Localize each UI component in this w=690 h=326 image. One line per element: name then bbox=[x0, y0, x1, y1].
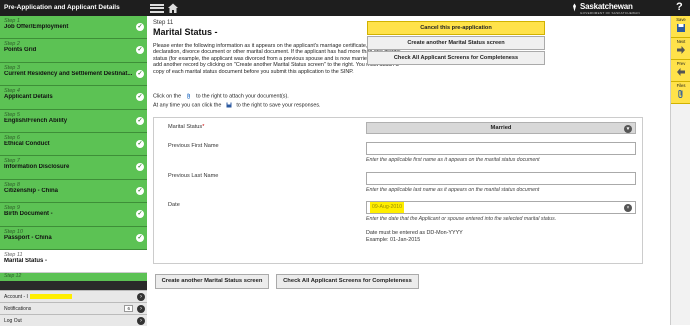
check-icon: ✓ bbox=[136, 23, 144, 31]
clear-icon[interactable]: × bbox=[624, 204, 632, 212]
check-icon: ✓ bbox=[136, 46, 144, 55]
files-tool-button[interactable]: Files bbox=[671, 82, 690, 104]
step-label: Ethical Conduct bbox=[4, 140, 50, 147]
date-format-note: Date must be entered as DD-Mon-YYYY bbox=[366, 230, 463, 236]
check-icon: ✓ bbox=[136, 69, 144, 78]
step-label: Birth Document - bbox=[4, 211, 53, 218]
sidebar-step-1[interactable]: Step 1 Job Offer/Employment ✓ bbox=[0, 16, 147, 40]
create-another-marital-status-bottom-button[interactable]: Create another Marital Status screen bbox=[155, 274, 269, 289]
previous-last-name-label: Previous Last Name bbox=[168, 173, 219, 179]
save-tool-button[interactable]: Save bbox=[671, 16, 690, 38]
paperclip-icon bbox=[678, 89, 683, 98]
step-label: Passport - China bbox=[4, 234, 52, 241]
check-icon: ✓ bbox=[136, 139, 144, 148]
chevron-right-icon[interactable]: › bbox=[137, 305, 145, 313]
sidebar-step-5[interactable]: Step 5 English/French Ability ✓ bbox=[0, 109, 147, 133]
create-another-marital-status-button[interactable]: Create another Marital Status screen bbox=[367, 36, 545, 50]
date-value: 09-Aug-2010 bbox=[370, 202, 404, 213]
check-icon: ✓ bbox=[136, 116, 144, 125]
previous-first-name-label: Previous First Name bbox=[168, 143, 219, 149]
logout-label: Log Out bbox=[4, 318, 22, 324]
attach-instruction: Click on the to the right to attach your… bbox=[153, 93, 289, 100]
chevron-right-icon[interactable]: › bbox=[137, 293, 145, 301]
right-toolbar: Save Next Prev Files bbox=[670, 16, 690, 325]
previous-last-name-input[interactable] bbox=[366, 172, 636, 185]
help-icon[interactable]: ? bbox=[676, 1, 683, 13]
cancel-preapplication-button[interactable]: Cancel this pre-application bbox=[367, 21, 545, 35]
step-label: Current Residency and Settlement Destina… bbox=[4, 70, 132, 77]
step-label: Marital Status - bbox=[4, 257, 48, 264]
date-label: Date bbox=[168, 202, 180, 208]
menu-icon[interactable] bbox=[150, 2, 164, 14]
step-label: Step 11 bbox=[153, 20, 174, 26]
step-label: Information Disclosure bbox=[4, 164, 70, 171]
sidebar-step-6[interactable]: Step 6 Ethical Conduct ✓ bbox=[0, 132, 147, 157]
previous-first-name-input[interactable] bbox=[366, 142, 636, 155]
check-icon: ✓ bbox=[136, 186, 144, 195]
check-icon: ✓ bbox=[136, 93, 144, 102]
sidebar-step-9[interactable]: Step 9 Birth Document - ✓ bbox=[0, 203, 147, 227]
account-row[interactable]: Account - I › bbox=[0, 290, 147, 302]
step-label: Citizenship - China bbox=[4, 187, 58, 194]
save-instruction: At any time you can click the to the rig… bbox=[153, 102, 321, 109]
date-hint: Enter the date that the Applicant or spo… bbox=[366, 216, 557, 222]
brand-logo: Saskatchewan GOVERNMENT OF SASKATCHEWAN bbox=[580, 2, 640, 15]
chevron-right-icon[interactable]: › bbox=[137, 317, 145, 325]
marital-status-select[interactable]: Married ▾ bbox=[366, 122, 636, 134]
paperclip-icon bbox=[186, 93, 190, 99]
account-label: Account - I bbox=[4, 294, 28, 300]
check-icon: ✓ bbox=[136, 210, 144, 219]
step-number: Step 12 bbox=[4, 273, 22, 280]
prev-tool-button[interactable]: Prev bbox=[671, 60, 690, 82]
check-icon: ✓ bbox=[136, 233, 144, 242]
page-title: Marital Status - bbox=[153, 27, 218, 37]
step-label: Points Grid bbox=[4, 47, 37, 54]
check-all-screens-button[interactable]: Check All Applicant Screens for Complete… bbox=[367, 51, 545, 65]
sidebar: Step 1 Job Offer/Employment ✓ Step 2 Points… bbox=[0, 16, 147, 326]
wheat-sheaf-icon bbox=[573, 3, 576, 12]
first-name-hint: Enter the applicable first name as it ap… bbox=[366, 157, 540, 163]
section-title: Pre-Application and Applicant Details bbox=[4, 4, 120, 11]
date-example-note: Example: 01-Jan-2015 bbox=[366, 237, 421, 243]
check-all-screens-bottom-button[interactable]: Check All Applicant Screens for Complete… bbox=[276, 274, 419, 289]
marital-status-form: Marital Status* Married ▾ Previous First… bbox=[153, 117, 643, 264]
notifications-label: Notifications bbox=[4, 306, 32, 312]
arrow-left-icon bbox=[677, 68, 685, 76]
sidebar-step-7[interactable]: Step 7 Information Disclosure ✓ bbox=[0, 156, 147, 180]
next-tool-button[interactable]: Next bbox=[671, 38, 690, 60]
sidebar-step-10[interactable]: Step 10 Passport - China ✓ bbox=[0, 226, 147, 250]
date-input[interactable]: 09-Aug-2010 × bbox=[366, 201, 636, 214]
sidebar-step-8[interactable]: Step 8 Citizenship - China ✓ bbox=[0, 179, 147, 204]
sidebar-step-3[interactable]: Step 3 Current Residency and Settlement D… bbox=[0, 62, 147, 87]
main-content: Step 11 Marital Status - Please enter th… bbox=[147, 16, 670, 325]
sidebar-step-12[interactable]: Step 12 bbox=[0, 273, 147, 282]
top-bar: Pre-Application and Applicant Details Sa… bbox=[0, 0, 690, 16]
sidebar-step-4[interactable]: Step 4 Applicant Details ✓ bbox=[0, 86, 147, 110]
redacted-name bbox=[29, 294, 72, 300]
notifications-count-badge: 6 bbox=[124, 305, 133, 312]
save-icon bbox=[226, 102, 232, 108]
arrow-right-icon bbox=[677, 46, 685, 54]
sidebar-step-2[interactable]: Step 2 Points Grid ✓ bbox=[0, 39, 147, 63]
notifications-row[interactable]: Notifications 6 › bbox=[0, 302, 147, 314]
step-label: Job Offer/Employment bbox=[4, 24, 69, 30]
chevron-down-icon[interactable]: ▾ bbox=[624, 124, 632, 133]
home-icon[interactable] bbox=[166, 1, 180, 15]
floppy-disk-icon bbox=[677, 24, 685, 32]
check-icon: ✓ bbox=[136, 163, 144, 172]
step-label: Applicant Details bbox=[4, 94, 53, 101]
sidebar-step-11-current[interactable]: Step 11 Marital Status - bbox=[0, 249, 147, 274]
last-name-hint: Enter the applicable last name as it app… bbox=[366, 187, 540, 193]
logout-row[interactable]: Log Out › bbox=[0, 314, 147, 326]
step-label: English/French Ability bbox=[4, 117, 68, 124]
marital-status-label: Marital Status* bbox=[168, 124, 205, 130]
